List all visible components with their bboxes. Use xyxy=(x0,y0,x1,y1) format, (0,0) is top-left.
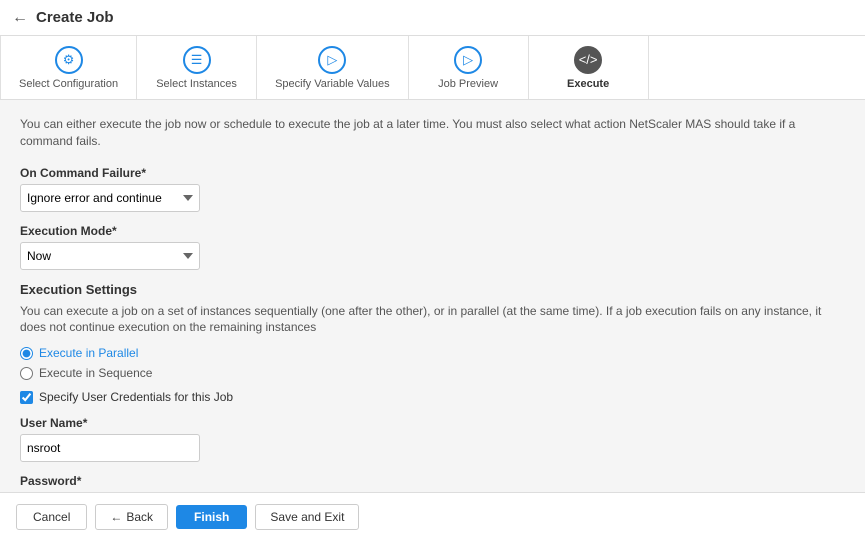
back-arrow-icon: ← xyxy=(110,510,122,524)
execution-settings-title: Execution Settings xyxy=(20,282,845,297)
page-title: Create Job xyxy=(36,9,114,26)
password-group: Password* i xyxy=(20,474,845,492)
specify-credentials-label: Specify User Credentials for this Job xyxy=(39,390,233,404)
footer: Cancel ← Back Finish Save and Exit xyxy=(0,492,865,540)
info-description: You can either execute the job now or sc… xyxy=(20,116,845,150)
username-input[interactable] xyxy=(20,434,200,462)
execution-mode-label: Execution Mode* xyxy=(20,224,845,238)
password-label: Password* xyxy=(20,474,845,488)
on-command-failure-group: On Command Failure* Ignore error and con… xyxy=(20,166,845,212)
username-label: User Name* xyxy=(20,416,845,430)
execution-radio-group: Execute in Parallel Execute in Sequence xyxy=(20,346,845,380)
execution-settings-description: You can execute a job on a set of instan… xyxy=(20,303,845,337)
cancel-button[interactable]: Cancel xyxy=(16,504,87,530)
main-content: You can either execute the job now or sc… xyxy=(0,100,865,492)
back-label: Back xyxy=(126,510,153,524)
specify-credentials-checkbox[interactable] xyxy=(20,391,33,404)
tab-select-instances[interactable]: ☰ Select Instances xyxy=(137,36,257,99)
header: ← Create Job xyxy=(0,0,865,36)
specify-credentials-item: Specify User Credentials for this Job xyxy=(20,390,845,404)
tab-instances-label: Select Instances xyxy=(156,78,237,90)
tab-variable-label: Specify Variable Values xyxy=(275,78,390,90)
tab-specify-variable-values[interactable]: ▷ Specify Variable Values xyxy=(257,36,409,99)
finish-button[interactable]: Finish xyxy=(176,505,247,529)
tab-preview-label: Job Preview xyxy=(438,78,498,90)
parallel-radio-item: Execute in Parallel xyxy=(20,346,845,360)
sequence-radio-label: Execute in Sequence xyxy=(39,366,152,380)
tab-config-icon: ⚙ xyxy=(55,46,83,74)
back-button[interactable]: ← Back xyxy=(95,504,168,530)
execution-mode-group: Execution Mode* Now Schedule xyxy=(20,224,845,270)
username-group: User Name* xyxy=(20,416,845,462)
sequence-radio-item: Execute in Sequence xyxy=(20,366,845,380)
tab-instances-icon: ☰ xyxy=(183,46,211,74)
tab-execute-icon: </> xyxy=(574,46,602,74)
save-exit-button[interactable]: Save and Exit xyxy=(255,504,359,530)
tab-execute[interactable]: </> Execute xyxy=(529,36,649,99)
parallel-radio-label: Execute in Parallel xyxy=(39,346,138,360)
execution-mode-select[interactable]: Now Schedule xyxy=(20,242,200,270)
tab-select-configuration[interactable]: ⚙ Select Configuration xyxy=(0,36,137,99)
tab-variable-icon: ▷ xyxy=(318,46,346,74)
on-command-failure-label: On Command Failure* xyxy=(20,166,845,180)
tab-job-preview[interactable]: ▷ Job Preview xyxy=(409,36,529,99)
tabs-bar: ⚙ Select Configuration ☰ Select Instance… xyxy=(0,36,865,100)
tab-execute-label: Execute xyxy=(567,78,609,90)
tab-preview-icon: ▷ xyxy=(454,46,482,74)
execution-settings-group: Execution Settings You can execute a job… xyxy=(20,282,845,405)
on-command-failure-select[interactable]: Ignore error and continue Stop execution xyxy=(20,184,200,212)
back-arrow-icon[interactable]: ← xyxy=(12,9,28,27)
sequence-radio[interactable] xyxy=(20,367,33,380)
parallel-radio[interactable] xyxy=(20,347,33,360)
tab-config-label: Select Configuration xyxy=(19,78,118,90)
